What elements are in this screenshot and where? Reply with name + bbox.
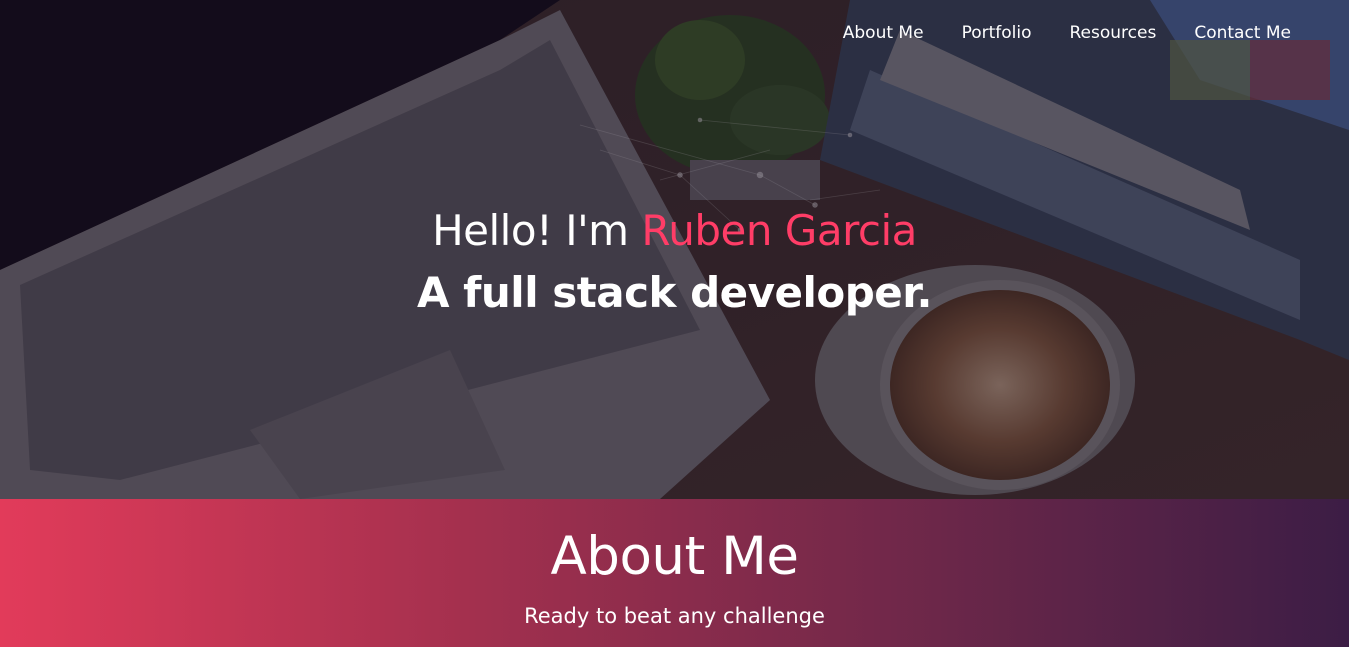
- nav-contact-me[interactable]: Contact Me: [1194, 20, 1291, 46]
- nav-resources[interactable]: Resources: [1070, 20, 1157, 46]
- greeting-prefix: Hello! I'm: [432, 206, 642, 255]
- about-tagline: Ready to beat any challenge: [524, 604, 825, 628]
- about-title: About Me: [550, 526, 799, 587]
- main-nav: About Me Portfolio Resources Contact Me: [805, 20, 1291, 46]
- hero-headline: Hello! I'm Ruben Garcia A full stack dev…: [0, 200, 1349, 324]
- hero-greeting: Hello! I'm Ruben Garcia: [0, 200, 1349, 262]
- hero-subtitle: A full stack developer.: [417, 268, 932, 317]
- nav-portfolio[interactable]: Portfolio: [962, 20, 1032, 46]
- hero-name: Ruben Garcia: [641, 206, 917, 255]
- nav-about-me[interactable]: About Me: [843, 20, 924, 46]
- hero-section: About Me Portfolio Resources Contact Me …: [0, 0, 1349, 499]
- about-section: About Me Ready to beat any challenge: [0, 499, 1349, 647]
